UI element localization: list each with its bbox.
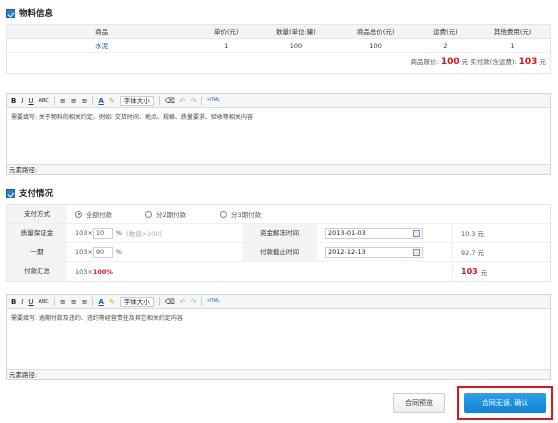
payment-method-label: 支付方式 (7, 205, 67, 223)
radio-selected-icon[interactable] (75, 210, 82, 218)
cell-total-price: 100 (369, 42, 382, 50)
deposit-amount: 10.3 元 (452, 224, 547, 242)
period1-amount: 92.7 元 (452, 243, 547, 261)
align-center-icon[interactable]: ≡ (71, 298, 77, 306)
bold-button[interactable]: B (11, 97, 16, 105)
period1-percent-input[interactable]: 90 (92, 246, 113, 258)
option-full[interactable]: 全额付款 (67, 209, 137, 219)
confirm-contract-button[interactable]: 合同无误, 确认 (464, 393, 546, 413)
confirm-highlight-frame: 合同无误, 确认 (457, 386, 553, 420)
summary-amount: 103 (461, 267, 478, 276)
product-link[interactable]: 水泥 (7, 39, 196, 52)
contract-preview-button[interactable]: 合同预览 (393, 393, 445, 413)
original-price: 100 (440, 57, 460, 67)
undo-icon[interactable]: ↶ (180, 97, 186, 105)
editor-content[interactable]: 需要填写: 逾期付款及违约、违约等经营责任及其它相关约定内容 (7, 309, 550, 326)
redo-icon[interactable]: ↷ (191, 97, 197, 105)
checkbox-icon (6, 8, 15, 18)
strikethrough-button[interactable]: ABC (39, 299, 49, 305)
underline-button[interactable]: U (28, 298, 33, 306)
summary-row: 付款汇总 103× 100% 103 元 (7, 262, 550, 281)
align-left-icon[interactable]: ≡ (60, 298, 66, 306)
align-right-icon[interactable]: ≡ (82, 298, 88, 306)
eraser-icon[interactable]: ⌫ (165, 298, 175, 306)
header-quantity: 数量(单位:罐) (276, 28, 316, 36)
cell-freight: 2 (443, 42, 448, 50)
font-size-select[interactable]: 字体大小 (119, 95, 154, 106)
editor-toolbar: B I U ABC ≡ ≡ ≡ A ✎ 字体大小 ⌫ ↶ ↷ HTML (7, 295, 550, 309)
html-source-button[interactable]: HTML (207, 98, 220, 103)
table-row: 水泥 1 100 100 2 1 (7, 39, 550, 53)
redo-icon[interactable]: ↷ (191, 298, 197, 306)
period1-row: 一期 103× 90 % 付款截止时间 2012-12-13 92.7 元 (7, 243, 550, 262)
calendar-icon[interactable] (413, 248, 420, 256)
align-center-icon[interactable]: ≡ (71, 97, 77, 105)
cell-other-fees: 1 (510, 42, 515, 50)
material-section-title: 物料信息 (6, 7, 53, 19)
radio-icon[interactable] (145, 210, 152, 218)
deadline-date-input[interactable]: 2012-12-13 (325, 246, 423, 258)
highlight-color-icon[interactable]: ✎ (109, 97, 115, 105)
underline-button[interactable]: U (28, 97, 33, 105)
element-path: 元素路径: (7, 369, 550, 379)
summary-percent: 100% (92, 267, 113, 276)
font-color-icon[interactable]: A (98, 298, 103, 306)
header-total-price: 商品总价(元) (356, 28, 395, 36)
italic-button[interactable]: I (21, 298, 23, 306)
eraser-icon[interactable]: ⌫ (165, 97, 175, 105)
font-size-select[interactable]: 字体大小 (119, 296, 154, 307)
header-unit-price: 单价(元) (213, 28, 239, 36)
header-freight: 运费(元) (433, 28, 458, 36)
cell-quantity: 100 (289, 42, 303, 50)
option-2-installments[interactable]: 分2期付款 (137, 209, 212, 219)
calendar-icon[interactable] (413, 229, 420, 237)
element-path: 元素路径: (7, 164, 550, 174)
cell-unit-price: 1 (224, 42, 229, 50)
html-source-button[interactable]: HTML (207, 299, 220, 304)
payment-terms-editor: B I U ABC ≡ ≡ ≡ A ✎ 字体大小 ⌫ ↶ ↷ HTML 需要填写… (6, 294, 551, 380)
bold-button[interactable]: B (11, 298, 16, 306)
editor-toolbar: B I U ABC ≡ ≡ ≡ A ✎ 字体大小 ⌫ ↶ ↷ HTML (7, 94, 550, 108)
align-right-icon[interactable]: ≡ (82, 97, 88, 105)
header-other-fees: 其他费用(元) (493, 28, 532, 36)
payment-method-row: 支付方式 全额付款 分2期付款 分3期付款 (7, 205, 550, 224)
material-table-header: 商品 单价(元) 数量(单位:罐) 商品总价(元) 运费(元) 其他费用(元) (7, 25, 550, 39)
material-terms-editor: B I U ABC ≡ ≡ ≡ A ✎ 字体大小 ⌫ ↶ ↷ HTML 需要填写… (6, 93, 551, 175)
strikethrough-button[interactable]: ABC (39, 98, 49, 104)
checkbox-icon (6, 188, 15, 198)
deposit-percent-input[interactable]: 10 (92, 227, 113, 239)
italic-button[interactable]: I (21, 97, 23, 105)
deposit-row: 质量保证金 103× 10 % (数值>100) 资金解冻时间 2013-01-… (7, 224, 550, 243)
editor-content[interactable]: 需要填写: 关于物料的相关约定、例如: 交货时间、地点、规格、质量要求、验收等相… (7, 108, 550, 125)
undo-icon[interactable]: ↶ (180, 298, 186, 306)
header-product: 商品 (95, 28, 109, 36)
highlight-color-icon[interactable]: ✎ (109, 298, 115, 306)
release-date-input[interactable]: 2013-01-03 (325, 227, 423, 239)
payment-table: 支付方式 全额付款 分2期付款 分3期付款 质量保证金 103× 10 % (数… (6, 204, 551, 282)
actual-payment: 103 (518, 57, 538, 67)
font-color-icon[interactable]: A (98, 97, 103, 105)
option-3-installments[interactable]: 分3期付款 (212, 209, 302, 219)
align-left-icon[interactable]: ≡ (60, 97, 66, 105)
material-table: 商品 单价(元) 数量(单位:罐) 商品总价(元) 运费(元) 其他费用(元) … (6, 24, 551, 74)
payment-section-title: 支付情况 (6, 187, 53, 199)
price-summary: 商品原价: 100 元 实付款(含运费): 103 元 (410, 57, 546, 67)
radio-icon[interactable] (220, 210, 227, 218)
